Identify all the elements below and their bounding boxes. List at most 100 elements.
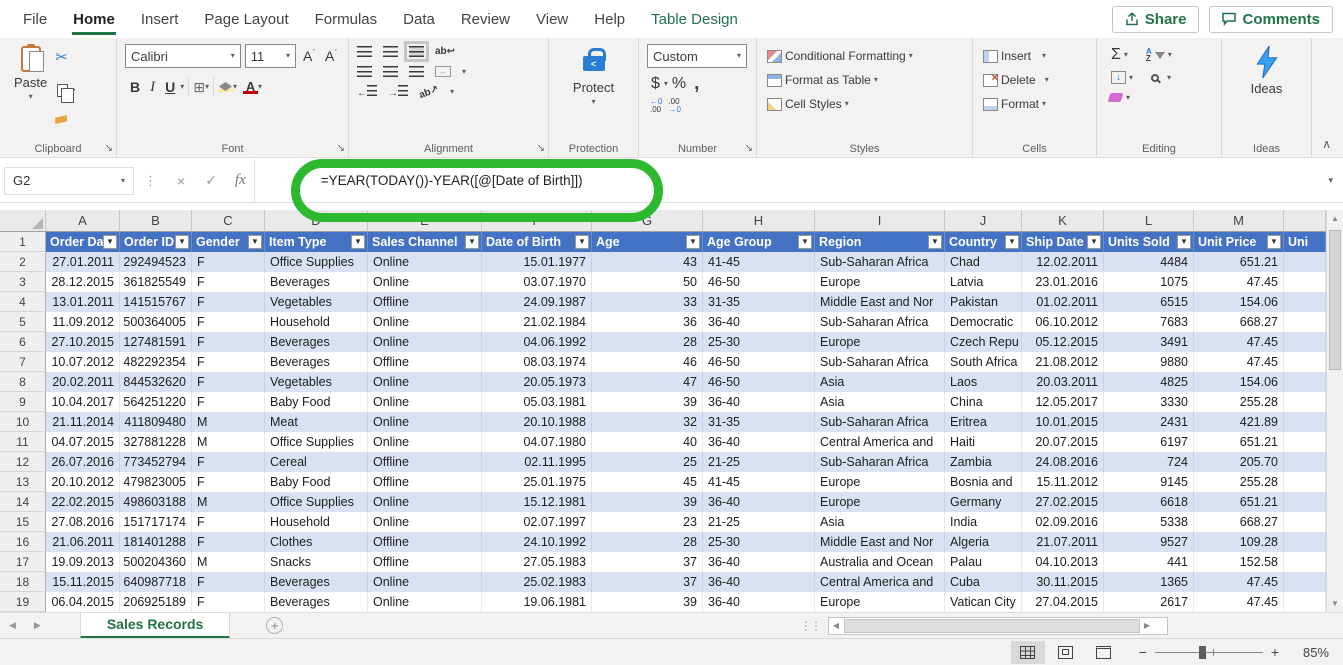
align-right-icon[interactable] — [409, 66, 424, 77]
filter-button[interactable]: ▼ — [686, 235, 700, 249]
cell[interactable]: 21.11.2014 — [46, 412, 120, 432]
cell[interactable]: 05.03.1981 — [482, 392, 592, 412]
tab-home[interactable]: Home — [60, 2, 128, 37]
cell[interactable]: 181401288 — [120, 532, 192, 552]
cell[interactable]: 651.21 — [1194, 432, 1284, 452]
cell[interactable]: Online — [368, 512, 482, 532]
cell[interactable]: 31-35 — [703, 412, 815, 432]
cell[interactable]: 500204360 — [120, 552, 192, 572]
cell[interactable]: 498603188 — [120, 492, 192, 512]
cell[interactable]: 292494523 — [120, 252, 192, 272]
zoom-slider-thumb[interactable] — [1199, 646, 1206, 659]
cell[interactable]: F — [192, 572, 265, 592]
cell[interactable]: Europe — [815, 272, 945, 292]
column-header-F[interactable]: F — [482, 210, 592, 232]
cell[interactable]: Household — [265, 312, 368, 332]
cell[interactable]: Meat — [265, 412, 368, 432]
cell[interactable]: Asia — [815, 372, 945, 392]
sheet-next-icon[interactable]: ▶ — [25, 620, 50, 631]
normal-view-button[interactable] — [1011, 641, 1045, 664]
cell[interactable]: Office Supplies — [265, 432, 368, 452]
filter-button[interactable]: ▼ — [1267, 235, 1281, 249]
cell[interactable]: 19.09.2013 — [46, 552, 120, 572]
cell[interactable]: 151717174 — [120, 512, 192, 532]
cell[interactable]: 37 — [592, 572, 703, 592]
tab-file[interactable]: File — [10, 2, 60, 37]
column-header-K[interactable]: K — [1022, 210, 1104, 232]
cell[interactable]: 27.01.2011 — [46, 252, 120, 272]
scroll-down-icon[interactable]: ▼ — [1327, 595, 1343, 612]
cell[interactable]: 43 — [592, 252, 703, 272]
cut-icon[interactable]: ✂ — [55, 48, 77, 66]
cell[interactable]: 02.07.1997 — [482, 512, 592, 532]
column-header-H[interactable]: H — [703, 210, 815, 232]
cell[interactable]: 4825 — [1104, 372, 1194, 392]
cell[interactable]: 724 — [1104, 452, 1194, 472]
cell[interactable]: 154.06 — [1194, 292, 1284, 312]
cell[interactable]: 23.01.2016 — [1022, 272, 1104, 292]
filter-button[interactable]: ▼ — [465, 235, 479, 249]
cell[interactable]: M — [192, 552, 265, 572]
cell[interactable]: 36-40 — [703, 552, 815, 572]
cell[interactable]: 11.09.2012 — [46, 312, 120, 332]
cell[interactable]: Offline — [368, 292, 482, 312]
cell[interactable]: Cuba — [945, 572, 1022, 592]
fill-color-button[interactable] — [218, 82, 233, 92]
column-header-A[interactable]: A — [46, 210, 120, 232]
row-header-16[interactable]: 16 — [0, 532, 46, 552]
cell[interactable]: 04.10.2013 — [1022, 552, 1104, 572]
cell[interactable]: 36-40 — [703, 592, 815, 612]
cell[interactable] — [1284, 272, 1326, 292]
column-header-M[interactable]: M — [1194, 210, 1284, 232]
cell[interactable]: Haiti — [945, 432, 1022, 452]
filter-button[interactable]: ▼ — [798, 235, 812, 249]
cell[interactable]: 02.11.1995 — [482, 452, 592, 472]
protect-button[interactable]: < Protect ▾ — [557, 44, 630, 108]
cell[interactable]: 3491 — [1104, 332, 1194, 352]
column-header-J[interactable]: J — [945, 210, 1022, 232]
cell[interactable]: 479823005 — [120, 472, 192, 492]
cell[interactable]: Beverages — [265, 272, 368, 292]
cell[interactable]: 39 — [592, 592, 703, 612]
cell[interactable] — [1284, 372, 1326, 392]
cell[interactable]: 20.05.1973 — [482, 372, 592, 392]
cell[interactable]: Palau — [945, 552, 1022, 572]
font-dialog-launcher-icon[interactable]: ↘ — [337, 143, 345, 154]
cell[interactable]: 327881228 — [120, 432, 192, 452]
cell[interactable]: F — [192, 472, 265, 492]
cell-styles-button[interactable]: Cell Styles▾ — [765, 96, 964, 112]
cell[interactable]: F — [192, 252, 265, 272]
font-size-select[interactable]: 11▾ — [245, 44, 296, 68]
cell[interactable]: 4484 — [1104, 252, 1194, 272]
cell[interactable] — [1284, 332, 1326, 352]
cell[interactable]: Snacks — [265, 552, 368, 572]
fill-button[interactable]: ↓▾ — [1109, 70, 1135, 85]
cell[interactable] — [1284, 552, 1326, 572]
clipboard-dialog-launcher-icon[interactable]: ↘ — [105, 143, 113, 154]
cell[interactable]: 15.01.1977 — [482, 252, 592, 272]
cell[interactable]: 02.09.2016 — [1022, 512, 1104, 532]
cell[interactable]: 6515 — [1104, 292, 1194, 312]
cell[interactable]: 255.28 — [1194, 392, 1284, 412]
cell[interactable]: 28 — [592, 532, 703, 552]
cell[interactable]: 206925189 — [120, 592, 192, 612]
cell[interactable]: Beverages — [265, 332, 368, 352]
cell[interactable]: 22.02.2015 — [46, 492, 120, 512]
cell[interactable]: 27.05.1983 — [482, 552, 592, 572]
row-header-7[interactable]: 7 — [0, 352, 46, 372]
cell[interactable]: 04.07.1980 — [482, 432, 592, 452]
cell[interactable]: F — [192, 352, 265, 372]
cell[interactable]: 20.07.2015 — [1022, 432, 1104, 452]
cell[interactable]: 36 — [592, 312, 703, 332]
row-header-14[interactable]: 14 — [0, 492, 46, 512]
cell[interactable]: 15.11.2015 — [46, 572, 120, 592]
filter-button[interactable]: ▼ — [1177, 235, 1191, 249]
cell[interactable]: Latvia — [945, 272, 1022, 292]
cell[interactable]: Democratic — [945, 312, 1022, 332]
cell[interactable]: Bosnia and — [945, 472, 1022, 492]
cell[interactable]: Baby Food — [265, 472, 368, 492]
cell[interactable]: South Africa — [945, 352, 1022, 372]
row-header-2[interactable]: 2 — [0, 252, 46, 272]
cell[interactable]: Beverages — [265, 352, 368, 372]
cell[interactable]: 10.07.2012 — [46, 352, 120, 372]
